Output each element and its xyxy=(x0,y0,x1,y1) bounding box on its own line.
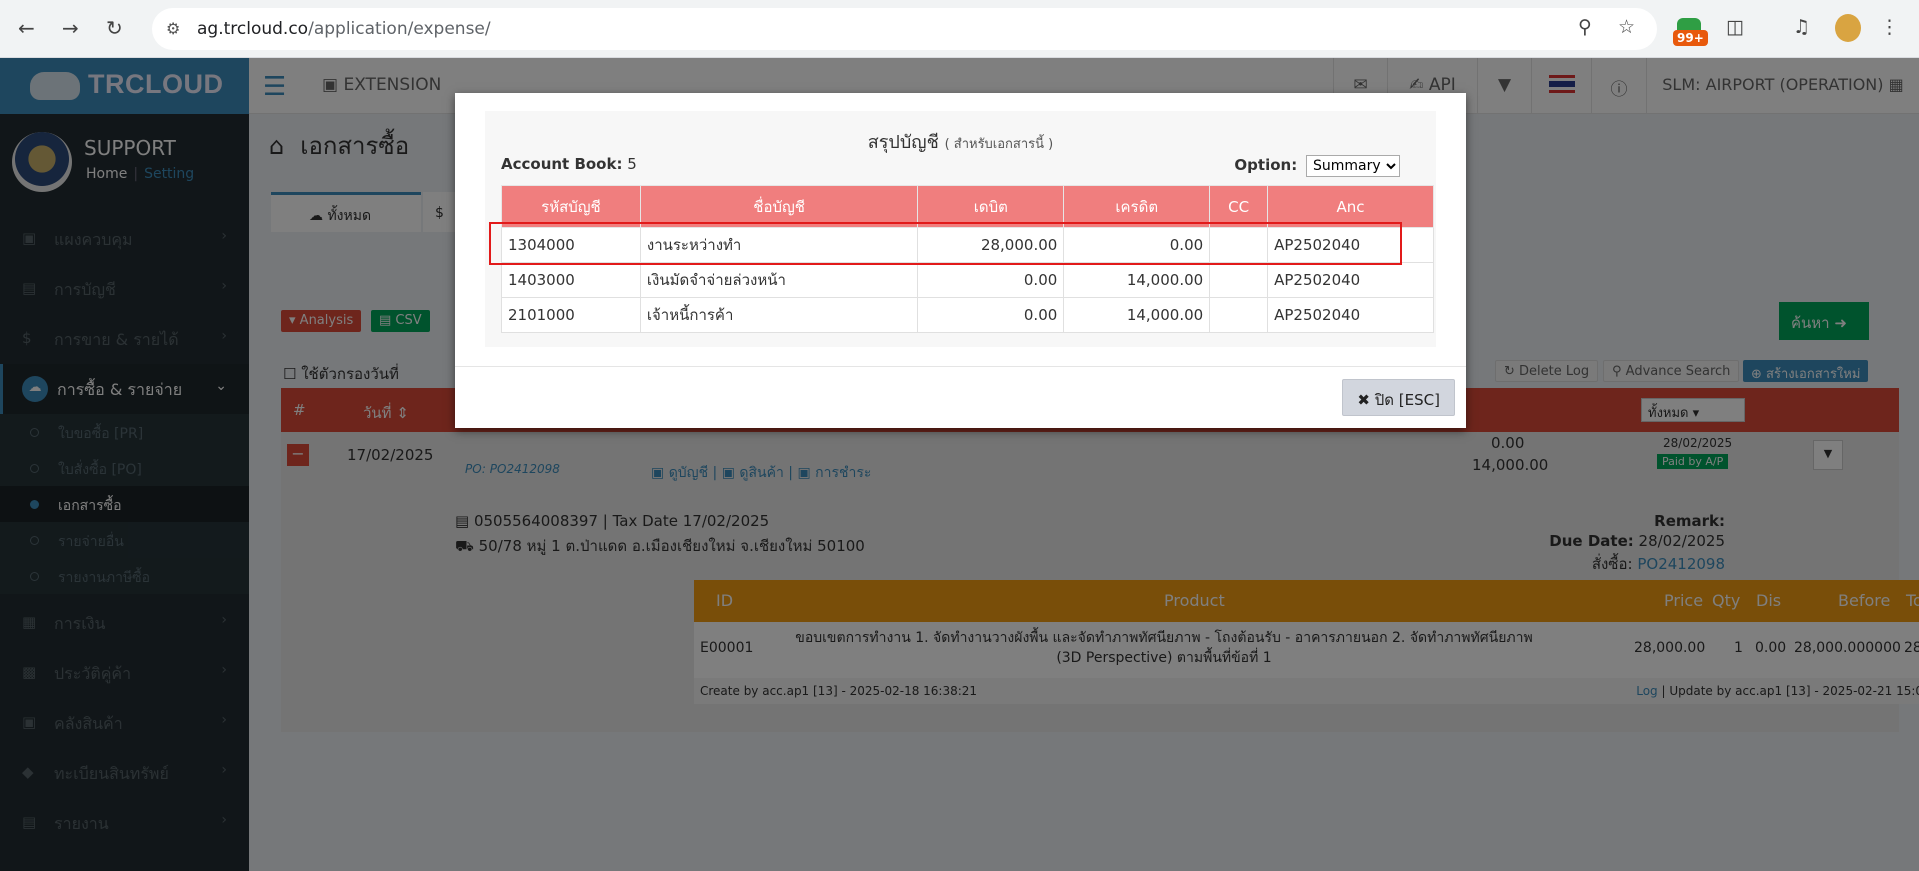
table-row: 2101000 เจ้าหนี้การค้า 0.00 14,000.00 AP2502… xyxy=(501,297,1434,333)
address-bar[interactable]: ⚙ ag.trcloud.co/application/expense/ xyxy=(152,8,1657,50)
media-control-icon[interactable]: ♫ xyxy=(1793,16,1810,38)
extension-badge-icon[interactable]: 99+ xyxy=(1673,18,1709,46)
extensions-puzzle-icon[interactable]: ◫ xyxy=(1726,16,1744,38)
close-button[interactable]: ✖ ปิด [ESC] xyxy=(1342,379,1455,416)
bookmark-star-icon[interactable]: ☆ xyxy=(1618,16,1635,38)
more-menu-icon[interactable]: ⋮ xyxy=(1880,16,1899,38)
forward-arrow-icon[interactable]: → xyxy=(62,16,79,40)
option-select[interactable]: Summary xyxy=(1306,155,1400,177)
account-book: Account Book: 5 xyxy=(501,155,637,173)
modal-footer: ✖ ปิด [ESC] xyxy=(455,366,1466,428)
site-info-icon[interactable]: ⚙ xyxy=(166,19,180,38)
close-x-icon: ✖ xyxy=(1357,391,1370,409)
modal-title: สรุปบัญชี ( สำหรับเอกสารนี้ ) xyxy=(867,132,1054,153)
zoom-icon[interactable]: ⚲ xyxy=(1578,16,1592,38)
profile-avatar[interactable] xyxy=(1835,14,1861,42)
reload-icon[interactable]: ↻ xyxy=(106,16,123,40)
highlight-box xyxy=(489,222,1402,265)
option-control: Option: Summary xyxy=(1234,155,1400,177)
table-row: 1403000 เงินมัดจำจ่ายล่วงหน้า 0.00 14,000.0… xyxy=(501,262,1434,298)
url-text[interactable]: ag.trcloud.co/application/expense/ xyxy=(197,19,491,39)
browser-toolbar: ← → ↻ ⚙ ag.trcloud.co/application/expens… xyxy=(0,0,1919,58)
back-arrow-icon[interactable]: ← xyxy=(18,16,35,40)
